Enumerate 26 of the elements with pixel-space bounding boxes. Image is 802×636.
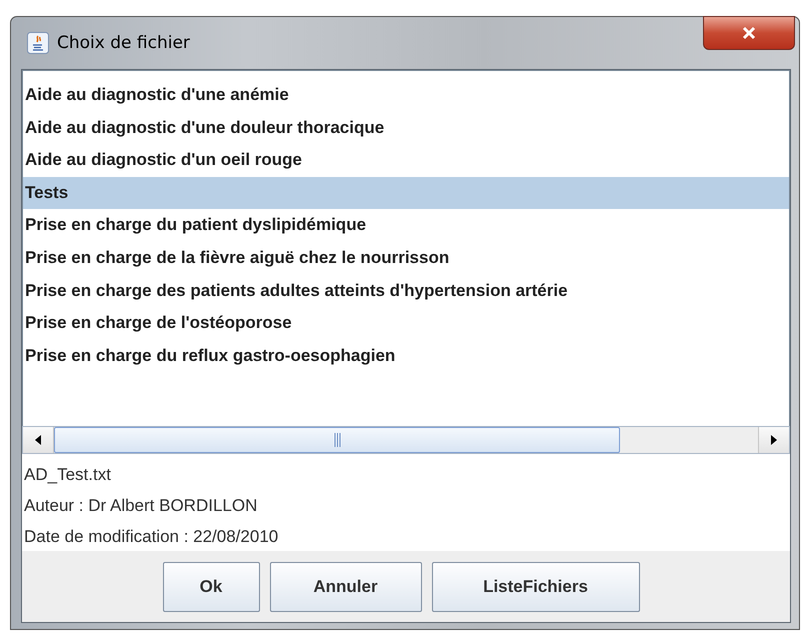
dialog-button[interactable]: ListeFichiers <box>432 562 640 612</box>
file-detail-text: AD_Test.txt <box>24 464 112 486</box>
file-list-item[interactable]: Prise en charge de la fièvre aiguë chez le nourrisson <box>23 242 789 275</box>
dialog-button[interactable]: Ok <box>162 562 260 612</box>
left-arrow-icon <box>35 435 41 445</box>
file-list-item[interactable]: Aide au diagnostic d'une douleur thoracique <box>23 112 789 144</box>
file-list-item[interactable]: Tests <box>23 176 789 210</box>
close-button[interactable] <box>703 16 795 50</box>
file-detail-text: Date de modification : 22/08/2010 <box>24 526 280 548</box>
app-icon <box>27 32 49 54</box>
scroll-right-button[interactable] <box>758 427 789 453</box>
file-list-item[interactable]: Aide au diagnostic d'un oeil rouge <box>23 144 789 177</box>
dialog-button[interactable]: Annuler <box>270 562 422 612</box>
scroll-thumb[interactable] <box>54 427 620 453</box>
window-title: Choix de fichier <box>57 33 190 53</box>
file-list-item[interactable]: Prise en charge des patients adultes atteints d'hypertension artérie <box>23 274 789 308</box>
close-icon <box>741 26 757 40</box>
file-list-item[interactable]: Prise en charge du patient dyslipidémique <box>23 209 789 242</box>
file-detail-text: Auteur : Dr Albert BORDILLON <box>24 495 258 517</box>
file-list-item[interactable]: Prise en charge du reflux gastro-oesophagien <box>23 340 789 372</box>
file-list-item[interactable]: Prise en charge de l'ostéoporose <box>23 307 789 340</box>
grip-icon <box>334 433 340 447</box>
file-list-item[interactable]: Aide au diagnostic d'une anémie <box>23 79 789 112</box>
horizontal-scrollbar[interactable] <box>22 426 790 454</box>
right-arrow-icon <box>771 435 777 445</box>
scroll-left-button[interactable] <box>23 427 54 453</box>
